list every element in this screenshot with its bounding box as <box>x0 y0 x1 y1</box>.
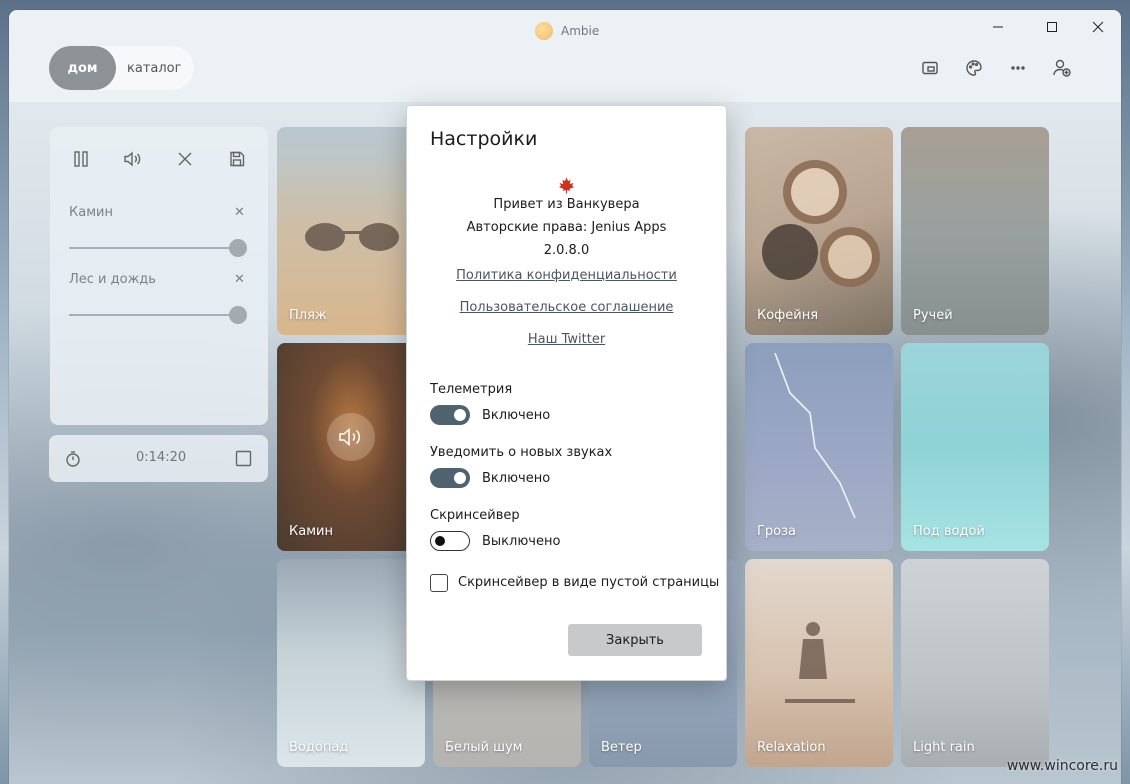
theme-button[interactable] <box>962 56 986 80</box>
notify-label: Уведомить о новых звуках <box>430 445 613 460</box>
toggle-knob <box>454 472 466 484</box>
save-mix-button[interactable] <box>225 147 249 171</box>
toggle-knob <box>454 409 466 421</box>
tile-label: Light rain <box>913 740 975 755</box>
account-button[interactable] <box>1050 56 1074 80</box>
close-icon <box>1092 21 1104 33</box>
minimize-button[interactable] <box>975 10 1021 44</box>
sound-tile-stream[interactable]: Ручей <box>901 127 1049 335</box>
tile-label: Камин <box>289 524 333 539</box>
close-icon <box>178 152 192 166</box>
notify-toggle[interactable] <box>430 468 470 488</box>
compact-mode-button[interactable] <box>918 56 942 80</box>
window-title-text: Ambie <box>561 24 600 38</box>
sound-tile-relaxation[interactable]: Relaxation <box>745 559 893 767</box>
maximize-button[interactable] <box>1029 10 1075 44</box>
maple-leaf-icon <box>559 177 574 194</box>
more-icon <box>1011 66 1025 70</box>
volume-slider-1[interactable] <box>69 314 241 316</box>
notify-state: Включено <box>482 471 551 486</box>
screensaver-state: Выключено <box>482 534 561 549</box>
title-bar: Ambie дом каталог <box>9 10 1121 102</box>
playing-indicator <box>327 413 375 461</box>
timer-value: 0:14:20 <box>136 450 187 465</box>
volume-button[interactable] <box>121 147 145 171</box>
sound-tile-fireplace[interactable]: Камин <box>277 343 425 551</box>
compact-mode-icon <box>922 61 938 75</box>
copyright-text: Авторские права: Jenius Apps <box>466 220 667 235</box>
sound-tile-underwater[interactable]: Под водой <box>901 343 1049 551</box>
more-options-button[interactable] <box>1006 56 1030 80</box>
version-text: 2.0.8.0 <box>543 243 590 258</box>
app-logo-icon <box>535 22 553 40</box>
pause-icon <box>74 151 88 167</box>
save-icon <box>230 151 245 167</box>
pause-button[interactable] <box>69 147 93 171</box>
tile-label: Гроза <box>757 524 797 539</box>
active-sounds-panel: Камин ✕ Лес и дождь ✕ <box>50 127 268 425</box>
sound-tile-waterfall[interactable]: Водопад <box>277 559 425 767</box>
sunglasses-icon <box>305 223 399 251</box>
palette-icon <box>966 60 982 76</box>
tile-label: Водопад <box>289 740 349 755</box>
volume-icon <box>124 151 141 167</box>
tab-home[interactable]: дом <box>49 46 116 90</box>
remove-sound-button[interactable]: ✕ <box>234 205 245 220</box>
coffee-cups-icon <box>762 160 880 287</box>
sound-tile-beach[interactable]: Пляж <box>277 127 425 335</box>
volume-slider-thumb-0[interactable] <box>229 239 247 257</box>
minimize-icon <box>993 26 1003 28</box>
close-window-button[interactable] <box>1075 10 1121 44</box>
tile-label: Ветер <box>601 740 642 755</box>
tile-label: Белый шум <box>445 740 523 755</box>
tile-label: Под водой <box>913 524 985 539</box>
sound-name-0: Камин <box>69 205 113 220</box>
window-title: Ambie <box>535 22 599 40</box>
tab-catalog[interactable]: каталог <box>127 46 181 90</box>
telemetry-toggle[interactable] <box>430 405 470 425</box>
telemetry-state: Включено <box>482 408 551 423</box>
tile-label: Ручей <box>913 308 953 323</box>
speaker-icon <box>339 427 361 447</box>
blank-screensaver-label: Скринсейвер в виде пустой страницы <box>458 575 720 590</box>
settings-dialog: Настройки Привет из Ванкувера Авторские … <box>406 105 727 681</box>
close-dialog-button[interactable]: Закрыть <box>568 624 702 656</box>
screensaver-label: Скринсейвер <box>430 508 520 523</box>
sound-tile-cafe[interactable]: Кофейня <box>745 127 893 335</box>
tile-label: Кофейня <box>757 308 819 323</box>
blank-screensaver-checkbox[interactable] <box>430 574 448 592</box>
watermark-text: www.wincore.ru <box>1006 758 1118 774</box>
greeting-text: Привет из Ванкувера <box>493 197 640 212</box>
clear-sounds-button[interactable] <box>173 147 197 171</box>
volume-slider-thumb-1[interactable] <box>229 306 247 324</box>
tile-label: Пляж <box>289 308 327 323</box>
volume-slider-0[interactable] <box>69 247 241 249</box>
dialog-title: Настройки <box>430 128 538 150</box>
sound-name-1: Лес и дождь <box>69 272 156 287</box>
remove-sound-button[interactable]: ✕ <box>234 272 245 287</box>
maximize-icon <box>1047 22 1057 32</box>
sound-tile-storm[interactable]: Гроза <box>745 343 893 551</box>
screensaver-toggle[interactable] <box>430 531 470 551</box>
privacy-policy-link[interactable]: Политика конфиденциальности <box>407 268 726 283</box>
nav-tabs: дом каталог <box>49 46 194 90</box>
toggle-knob <box>435 536 445 546</box>
timer-icon[interactable] <box>64 450 82 468</box>
stop-icon[interactable] <box>235 450 252 467</box>
sleep-timer: 0:14:20 <box>49 435 268 482</box>
add-user-icon <box>1053 59 1071 77</box>
meditation-figure-icon <box>785 622 855 703</box>
lightning-icon <box>774 353 856 519</box>
tile-label: Relaxation <box>757 740 826 755</box>
telemetry-label: Телеметрия <box>430 382 513 397</box>
twitter-link[interactable]: Наш Twitter <box>407 332 726 347</box>
terms-link[interactable]: Пользовательское соглашение <box>407 300 726 315</box>
sound-tile-light-rain[interactable]: Light rain <box>901 559 1049 767</box>
